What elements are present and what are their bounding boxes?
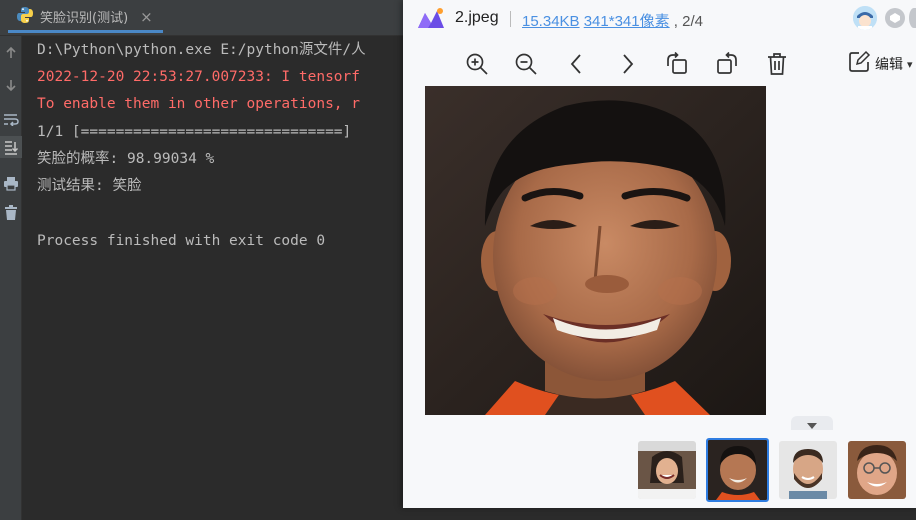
image-viewer-window: 2.jpeg 15.34KB 341*341像素 , 2/4 编辑 ▾ [403,0,916,508]
print-icon[interactable] [0,172,22,194]
collapse-thumbnails-button[interactable] [791,416,833,430]
viewer-toolbar: 编辑 ▾ [403,44,916,84]
user-avatar[interactable] [853,6,877,30]
file-name: 2.jpeg [455,9,499,26]
console-line-exit: Process finished with exit code 0 [37,233,326,249]
console-line: D:\Python\python.exe E:/python源文件/人 [37,42,366,58]
thumbnail-4[interactable] [848,441,906,499]
shield-icon[interactable] [885,8,905,28]
thumbnail-1[interactable] [638,441,696,499]
chevron-down-icon [807,414,817,433]
zoom-in-icon[interactable] [463,50,491,78]
file-info: 15.34KB 341*341像素 , 2/4 [522,10,703,31]
console-line-warning: 2022-12-20 22:53:27.007233: I tensorf [37,69,361,85]
run-tab-label: 笑脸识别(测试) [40,11,129,26]
title-divider [510,11,511,27]
viewer-logo-icon [417,7,445,31]
rotate-left-icon[interactable] [663,50,691,78]
console-line-result: 测试结果: 笑脸 [37,178,142,194]
page-indicator: , 2/4 [673,13,703,30]
viewer-titlebar: 2.jpeg 15.34KB 341*341像素 , 2/4 [403,0,916,40]
scroll-to-end-icon[interactable] [0,136,22,158]
console-line-warning: To enable them in other operations, r [37,96,361,112]
thumbnail-2-active[interactable] [706,438,769,502]
zoom-out-icon[interactable] [512,50,540,78]
edit-button[interactable]: 编辑 ▾ [847,50,913,78]
edit-icon [847,50,871,78]
console-line-progress: 1/1 [==============================] [37,124,352,140]
chevron-down-icon: ▾ [907,57,913,71]
thumbnail-strip [403,432,916,508]
menu-icon[interactable] [909,8,916,28]
run-tab[interactable]: 笑脸识别(测试) × [8,3,163,33]
run-toolstrip [0,36,22,520]
edit-label: 编辑 [875,56,903,72]
thumbnail-3[interactable] [779,441,837,499]
file-size[interactable]: 15.34KB [522,13,580,30]
rotate-right-icon[interactable] [713,50,741,78]
python-icon [16,6,34,28]
trash-icon[interactable] [0,202,22,224]
previous-icon[interactable] [563,50,591,78]
console-output: D:\Python\python.exe E:/python源文件/人 2022… [37,36,457,496]
main-image[interactable] [425,86,766,415]
arrow-up-icon[interactable] [0,42,22,64]
next-icon[interactable] [613,50,641,78]
soft-wrap-icon[interactable] [0,108,22,130]
file-dimensions[interactable]: 341*341像素 [584,13,670,30]
delete-icon[interactable] [763,50,791,78]
close-icon[interactable]: × [140,8,153,26]
arrow-down-icon[interactable] [0,74,22,96]
console-line-probability: 笑脸的概率: 98.99034 % [37,151,215,167]
